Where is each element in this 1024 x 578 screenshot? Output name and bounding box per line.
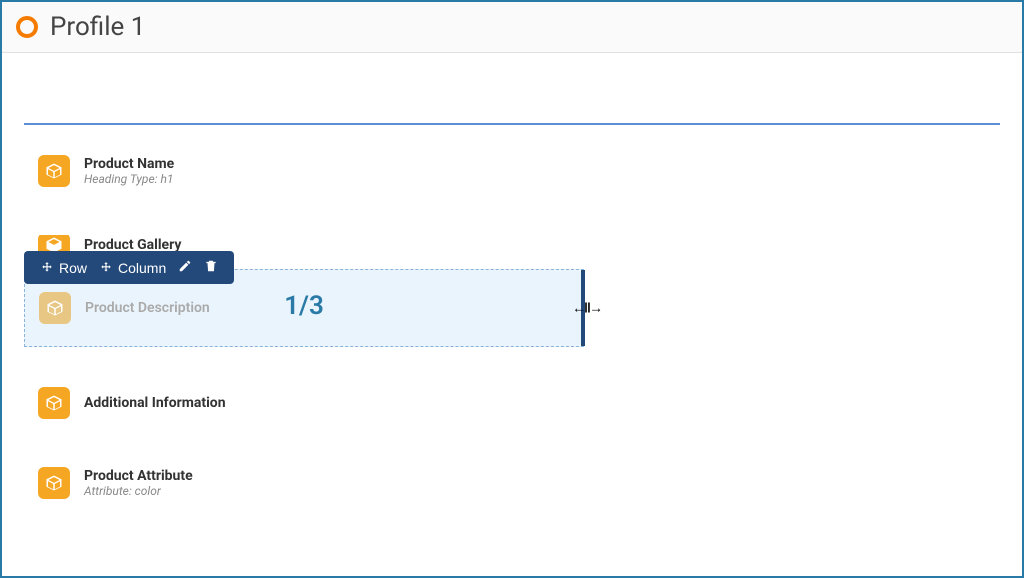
block-text: Product Attribute Attribute: color [84, 468, 193, 498]
block-product-attribute[interactable]: Product Attribute Attribute: color [38, 467, 1004, 499]
block-product-description[interactable]: Product Description [25, 292, 210, 324]
block-title: Product Name [84, 156, 174, 172]
block-subtitle: Heading Type: h1 [84, 172, 174, 186]
block-product-name[interactable]: Product Name Heading Type: h1 [38, 155, 1004, 187]
block-title: Product Description [85, 300, 210, 316]
block-title: Product Attribute [84, 468, 193, 484]
cube-icon [38, 387, 70, 419]
trash-icon [204, 259, 218, 273]
page-header: Profile 1 [2, 2, 1022, 53]
row-button[interactable]: Row [34, 258, 93, 278]
block-subtitle: Attribute: color [84, 484, 193, 498]
cube-icon [38, 155, 70, 187]
logo-icon [16, 16, 38, 38]
move-icon [40, 261, 54, 275]
page-title: Profile 1 [50, 12, 145, 42]
pencil-icon [178, 259, 192, 273]
block-text: Product Name Heading Type: h1 [84, 156, 174, 186]
block-text: Additional Information [84, 395, 226, 411]
column-width-fraction: 1/3 [284, 291, 324, 321]
selection-toolbar: Row Column [24, 251, 234, 284]
block-title: Additional Information [84, 395, 226, 411]
selected-column-area: Row Column Product Description 1/3 [24, 269, 1000, 347]
column-button[interactable]: Column [93, 258, 172, 278]
builder-canvas: Product Name Heading Type: h1 Product Ga… [2, 53, 1022, 517]
cube-icon [38, 467, 70, 499]
resize-handle-icon[interactable]: ←‖→ [572, 300, 601, 317]
column-label: Column [118, 260, 166, 276]
cube-icon [39, 292, 71, 324]
section-divider [24, 123, 1000, 125]
edit-button[interactable] [172, 257, 198, 278]
delete-button[interactable] [198, 257, 224, 278]
row-label: Row [59, 260, 87, 276]
block-additional-info[interactable]: Additional Information [38, 387, 1004, 419]
move-icon [99, 261, 113, 275]
